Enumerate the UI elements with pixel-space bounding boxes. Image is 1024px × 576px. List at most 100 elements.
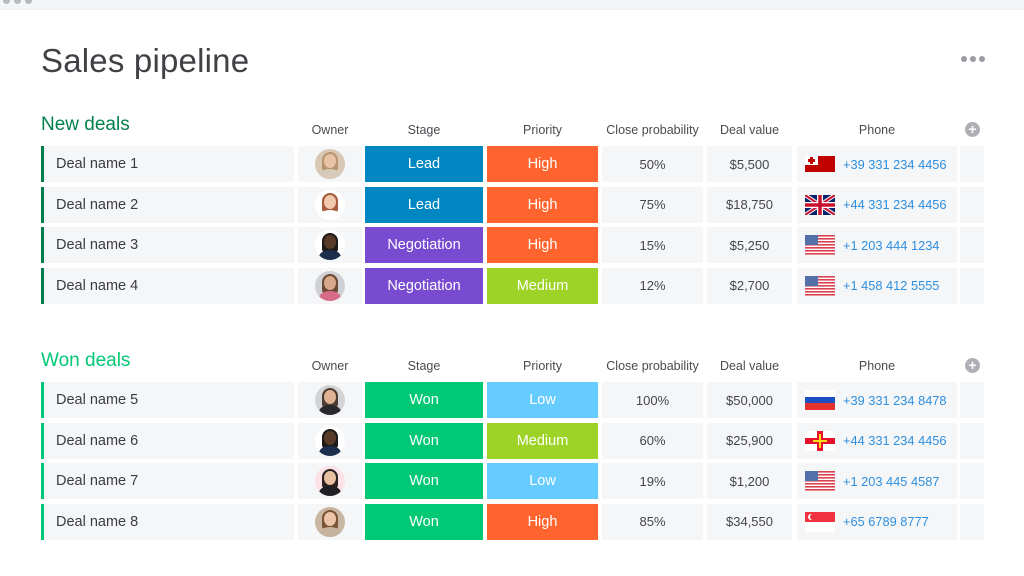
- avatar[interactable]: [315, 230, 345, 260]
- phone-cell[interactable]: +1 458 412 5555: [797, 267, 957, 304]
- group-title[interactable]: New deals: [41, 114, 130, 136]
- deal-value-cell[interactable]: $5,250: [707, 227, 792, 263]
- phone-link[interactable]: +44 331 234 4456: [843, 197, 947, 212]
- owner-cell[interactable]: [298, 186, 362, 223]
- avatar[interactable]: [315, 425, 345, 456]
- avatar[interactable]: [315, 506, 345, 537]
- empty-extra-cell[interactable]: [960, 503, 984, 540]
- owner-cell[interactable]: [298, 382, 362, 418]
- phone-cell[interactable]: +1 203 445 4587: [797, 463, 957, 499]
- table-row[interactable]: Deal name 2 Lead High 75% $18,750 +44 33…: [41, 185, 986, 226]
- empty-extra-cell[interactable]: [960, 267, 984, 304]
- table-row[interactable]: Deal name 7 Won Low 19% $1,200 +1 203 44…: [41, 461, 986, 502]
- owner-cell[interactable]: [298, 503, 362, 540]
- deal-name-cell[interactable]: Deal name 5: [41, 382, 294, 418]
- group-title[interactable]: Won deals: [41, 350, 130, 372]
- close-probability-cell[interactable]: 75%: [602, 186, 703, 223]
- column-header-deal-value[interactable]: Deal value: [707, 359, 792, 373]
- deal-name-cell[interactable]: Deal name 4: [41, 267, 294, 304]
- phone-cell[interactable]: +39 331 234 4456: [797, 146, 957, 182]
- empty-extra-cell[interactable]: [960, 382, 984, 418]
- phone-link[interactable]: +39 331 234 8478: [843, 393, 947, 408]
- owner-cell[interactable]: [298, 146, 362, 182]
- deal-value-cell[interactable]: $5,500: [707, 146, 792, 182]
- table-row[interactable]: Deal name 3 Negotiation High 15% $5,250 …: [41, 225, 986, 266]
- priority-status-cell[interactable]: Medium: [487, 267, 598, 304]
- owner-cell[interactable]: [298, 267, 362, 304]
- deal-value-cell[interactable]: $2,700: [707, 267, 792, 304]
- column-header-stage[interactable]: Stage: [365, 359, 483, 373]
- deal-value-cell[interactable]: $25,900: [707, 422, 792, 459]
- close-probability-cell[interactable]: 19%: [602, 463, 703, 499]
- stage-status-cell[interactable]: Won: [365, 463, 483, 499]
- window-controls[interactable]: [3, 0, 32, 4]
- empty-extra-cell[interactable]: [960, 146, 984, 182]
- column-header-priority[interactable]: Priority: [487, 359, 598, 373]
- deal-value-cell[interactable]: $50,000: [707, 382, 792, 418]
- avatar[interactable]: [315, 189, 345, 220]
- deal-value-cell[interactable]: $1,200: [707, 463, 792, 499]
- deal-name-cell[interactable]: Deal name 3: [41, 227, 294, 263]
- stage-status-cell[interactable]: Negotiation: [365, 267, 483, 304]
- priority-status-cell[interactable]: High: [487, 503, 598, 540]
- column-header-stage[interactable]: Stage: [365, 123, 483, 137]
- table-row[interactable]: Deal name 1 Lead High 50% $5,500 +39 331…: [41, 144, 986, 185]
- stage-status-cell[interactable]: Lead: [365, 186, 483, 223]
- deal-name-cell[interactable]: Deal name 8: [41, 503, 294, 540]
- priority-status-cell[interactable]: Low: [487, 463, 598, 499]
- phone-link[interactable]: +39 331 234 4456: [843, 157, 947, 172]
- stage-status-cell[interactable]: Won: [365, 422, 483, 459]
- stage-status-cell[interactable]: Negotiation: [365, 227, 483, 263]
- close-probability-cell[interactable]: 12%: [602, 267, 703, 304]
- phone-link[interactable]: +1 203 445 4587: [843, 474, 939, 489]
- phone-cell[interactable]: +39 331 234 8478: [797, 382, 957, 418]
- deal-name-cell[interactable]: Deal name 2: [41, 186, 294, 223]
- deal-value-cell[interactable]: $18,750: [707, 186, 792, 223]
- stage-status-cell[interactable]: Lead: [365, 146, 483, 182]
- phone-link[interactable]: +65 6789 8777: [843, 514, 929, 529]
- owner-cell[interactable]: [298, 463, 362, 499]
- column-header-owner[interactable]: Owner: [298, 359, 362, 373]
- empty-extra-cell[interactable]: [960, 227, 984, 263]
- table-row[interactable]: Deal name 6 Won Medium 60% $25,900 +44 3…: [41, 421, 986, 462]
- phone-cell[interactable]: +65 6789 8777: [797, 503, 957, 540]
- deal-name-cell[interactable]: Deal name 6: [41, 422, 294, 459]
- deal-name-cell[interactable]: Deal name 1: [41, 146, 294, 182]
- empty-extra-cell[interactable]: [960, 186, 984, 223]
- owner-cell[interactable]: [298, 227, 362, 263]
- empty-extra-cell[interactable]: [960, 422, 984, 459]
- column-header-priority[interactable]: Priority: [487, 123, 598, 137]
- priority-status-cell[interactable]: Medium: [487, 422, 598, 459]
- phone-link[interactable]: +44 331 234 4456: [843, 433, 947, 448]
- priority-status-cell[interactable]: High: [487, 186, 598, 223]
- avatar[interactable]: [315, 385, 345, 415]
- deal-name-cell[interactable]: Deal name 7: [41, 463, 294, 499]
- column-header-phone[interactable]: Phone: [797, 359, 957, 373]
- close-probability-cell[interactable]: 100%: [602, 382, 703, 418]
- avatar[interactable]: [315, 270, 345, 301]
- plus-circle-icon[interactable]: +: [965, 358, 980, 373]
- close-probability-cell[interactable]: 85%: [602, 503, 703, 540]
- more-horizontal-icon[interactable]: [961, 56, 985, 62]
- phone-cell[interactable]: +44 331 234 4456: [797, 422, 957, 459]
- column-header-deal-value[interactable]: Deal value: [707, 123, 792, 137]
- avatar[interactable]: [315, 149, 345, 179]
- stage-status-cell[interactable]: Won: [365, 382, 483, 418]
- phone-link[interactable]: +1 458 412 5555: [843, 278, 939, 293]
- owner-cell[interactable]: [298, 422, 362, 459]
- plus-circle-icon[interactable]: +: [965, 122, 980, 137]
- stage-status-cell[interactable]: Won: [365, 503, 483, 540]
- phone-cell[interactable]: +1 203 444 1234: [797, 227, 957, 263]
- close-probability-cell[interactable]: 50%: [602, 146, 703, 182]
- avatar[interactable]: [315, 466, 345, 496]
- column-header-phone[interactable]: Phone: [797, 123, 957, 137]
- close-probability-cell[interactable]: 60%: [602, 422, 703, 459]
- table-row[interactable]: Deal name 8 Won High 85% $34,550 +65 678…: [41, 502, 986, 543]
- phone-link[interactable]: +1 203 444 1234: [843, 238, 939, 253]
- deal-value-cell[interactable]: $34,550: [707, 503, 792, 540]
- column-header-close-probability[interactable]: Close probability: [599, 123, 706, 137]
- priority-status-cell[interactable]: Low: [487, 382, 598, 418]
- table-row[interactable]: Deal name 5 Won Low 100% $50,000 +39 331…: [41, 380, 986, 421]
- table-row[interactable]: Deal name 4 Negotiation Medium 12% $2,70…: [41, 266, 986, 307]
- column-header-owner[interactable]: Owner: [298, 123, 362, 137]
